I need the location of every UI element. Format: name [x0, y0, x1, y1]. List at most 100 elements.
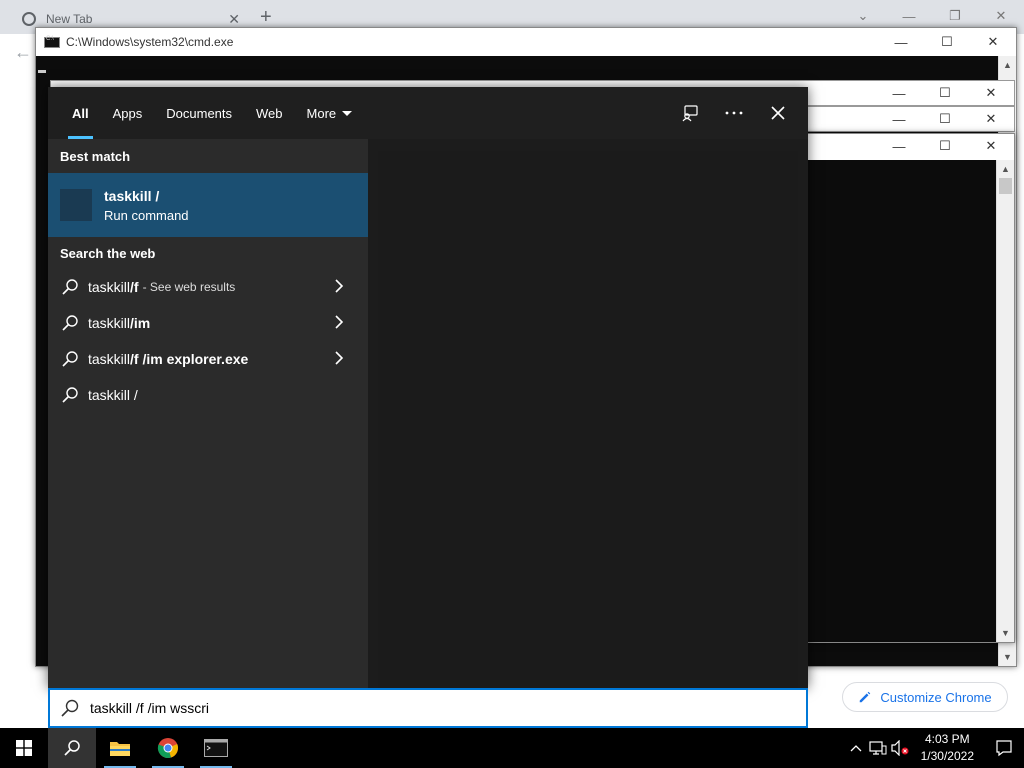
- best-match-title: taskkill /: [104, 187, 160, 204]
- clock-time: 4:03 PM: [924, 732, 970, 746]
- close-button[interactable]: ✕: [970, 28, 1016, 56]
- feedback-icon[interactable]: [678, 101, 702, 125]
- close-button[interactable]: ✕: [968, 107, 1014, 131]
- web-result-item[interactable]: taskkill /f /im explorer.exe: [48, 341, 368, 377]
- scroll-down-icon[interactable]: ▼: [1003, 652, 1012, 662]
- search-web-heading: Search the web: [60, 245, 156, 261]
- preview-content: [378, 151, 798, 688]
- web-result-suffix: - See web results: [142, 280, 236, 294]
- web-result-prefix: taskkill /: [88, 387, 138, 403]
- taskbar-search-box[interactable]: [48, 688, 808, 728]
- web-result-prefix: taskkill: [88, 315, 131, 331]
- maximize-button[interactable]: ☐: [922, 81, 968, 105]
- clock[interactable]: 4:03 PM 1/30/2022: [911, 731, 984, 765]
- tab-documents-label: Documents: [166, 105, 233, 121]
- search-results-list: Best match taskkill / Run command Search…: [48, 139, 368, 688]
- customize-chrome-label: Customize Chrome: [880, 689, 992, 705]
- search-icon: [61, 699, 79, 717]
- chrome-icon: [157, 738, 179, 759]
- result-preview-pane: [368, 139, 808, 688]
- close-tab-icon[interactable]: ✕: [228, 11, 240, 28]
- cmd-icon: [204, 739, 228, 757]
- tab-apps[interactable]: Apps: [101, 87, 155, 139]
- customize-chrome-button[interactable]: Customize Chrome: [842, 682, 1008, 712]
- chevron-right-icon: [335, 279, 344, 293]
- folder-icon: [110, 742, 130, 756]
- cmd-window-3-controls: — ☐ ✕: [876, 107, 1014, 131]
- search-icon: [64, 740, 80, 756]
- windows-logo-icon: [16, 740, 32, 756]
- cmd-title: C:\Windows\system32\cmd.exe: [66, 35, 234, 49]
- pencil-icon: [860, 691, 871, 703]
- tab-documents[interactable]: Documents: [154, 87, 244, 139]
- cmd-window-2-controls: — ☐ ✕: [876, 81, 1014, 105]
- show-hidden-icons-chevron-icon[interactable]: [845, 728, 867, 768]
- back-arrow-icon[interactable]: ←: [14, 42, 32, 63]
- minimize-button[interactable]: —: [878, 28, 924, 56]
- start-button[interactable]: [0, 728, 48, 768]
- tab-all-label: All: [72, 105, 89, 121]
- minimize-button[interactable]: —: [876, 107, 922, 131]
- tab-more[interactable]: More: [295, 87, 365, 139]
- cmd-window-controls: — ☐ ✕: [878, 28, 1016, 56]
- minimize-button[interactable]: —: [876, 81, 922, 105]
- cmd-window-4-controls: — ☐ ✕: [876, 134, 1014, 158]
- cmd-titlebar[interactable]: C:\Windows\system32\cmd.exe: [36, 28, 1016, 56]
- maximize-button[interactable]: ☐: [922, 134, 968, 158]
- clock-date: 1/30/2022: [920, 749, 974, 763]
- cmd-app-icon: [44, 36, 60, 48]
- taskbar-search-button[interactable]: [48, 728, 96, 768]
- search-icon: [60, 385, 80, 405]
- network-icon[interactable]: [867, 728, 889, 768]
- web-result-bold: /f /im explorer.exe: [130, 351, 249, 367]
- web-result-prefix: taskkill: [88, 279, 131, 295]
- taskbar-file-explorer[interactable]: [96, 728, 144, 768]
- web-result-item[interactable]: taskkill /f - See web results: [48, 269, 368, 305]
- maximize-button[interactable]: ☐: [924, 28, 970, 56]
- chrome-favicon-icon: [22, 12, 36, 26]
- chrome-tab-title: New Tab: [46, 12, 93, 26]
- best-match-subtitle: Run command: [104, 207, 189, 223]
- taskbar-chrome[interactable]: [144, 728, 192, 768]
- web-result-prefix: taskkill: [88, 351, 131, 367]
- scroll-down-icon[interactable]: ▼: [1001, 628, 1010, 638]
- run-command-icon: [60, 189, 92, 221]
- action-center-icon[interactable]: [984, 728, 1024, 768]
- scroll-up-icon[interactable]: ▲: [1003, 60, 1012, 70]
- volume-muted-icon[interactable]: [889, 728, 911, 768]
- cmd-cursor: [38, 70, 46, 73]
- scroll-up-icon[interactable]: ▲: [1001, 164, 1010, 174]
- close-icon[interactable]: [766, 101, 790, 125]
- web-result-item[interactable]: taskkill /: [48, 377, 368, 413]
- web-result-bold: /f: [130, 279, 139, 295]
- new-tab-plus-icon[interactable]: +: [260, 6, 272, 29]
- web-result-item[interactable]: taskkill /im: [48, 305, 368, 341]
- tab-web-label: Web: [256, 105, 283, 121]
- cmd-window-4[interactable]: — ☐ ✕ ▲ ▼: [800, 133, 1015, 643]
- chevron-down-icon: [342, 110, 353, 116]
- close-button[interactable]: ✕: [968, 134, 1014, 158]
- search-icon: [60, 313, 80, 333]
- flyout-header-actions: [678, 101, 790, 125]
- scroll-thumb[interactable]: [999, 178, 1012, 194]
- minimize-button[interactable]: —: [876, 134, 922, 158]
- best-match-text: taskkill / Run command: [104, 188, 189, 223]
- tab-all[interactable]: All: [60, 87, 101, 139]
- tab-web[interactable]: Web: [244, 87, 295, 139]
- tab-more-label: More: [306, 105, 337, 121]
- taskbar-cmd[interactable]: [192, 728, 240, 768]
- more-options-icon[interactable]: [722, 101, 746, 125]
- chevron-right-icon: [335, 351, 344, 365]
- taskbar: 4:03 PM 1/30/2022: [0, 728, 1024, 768]
- search-icon: [60, 349, 80, 369]
- chevron-right-icon: [335, 315, 344, 329]
- cmd-console-4[interactable]: [801, 160, 996, 642]
- search-input[interactable]: [90, 700, 690, 716]
- search-icon: [60, 277, 80, 297]
- system-tray: 4:03 PM 1/30/2022: [845, 728, 1024, 768]
- close-button[interactable]: ✕: [968, 81, 1014, 105]
- best-match-item[interactable]: taskkill / Run command: [48, 173, 368, 237]
- cmd-scrollbar-4[interactable]: ▲ ▼: [996, 160, 1014, 642]
- maximize-button[interactable]: ☐: [922, 107, 968, 131]
- search-flyout: All Apps Documents Web More Best match t…: [48, 87, 808, 688]
